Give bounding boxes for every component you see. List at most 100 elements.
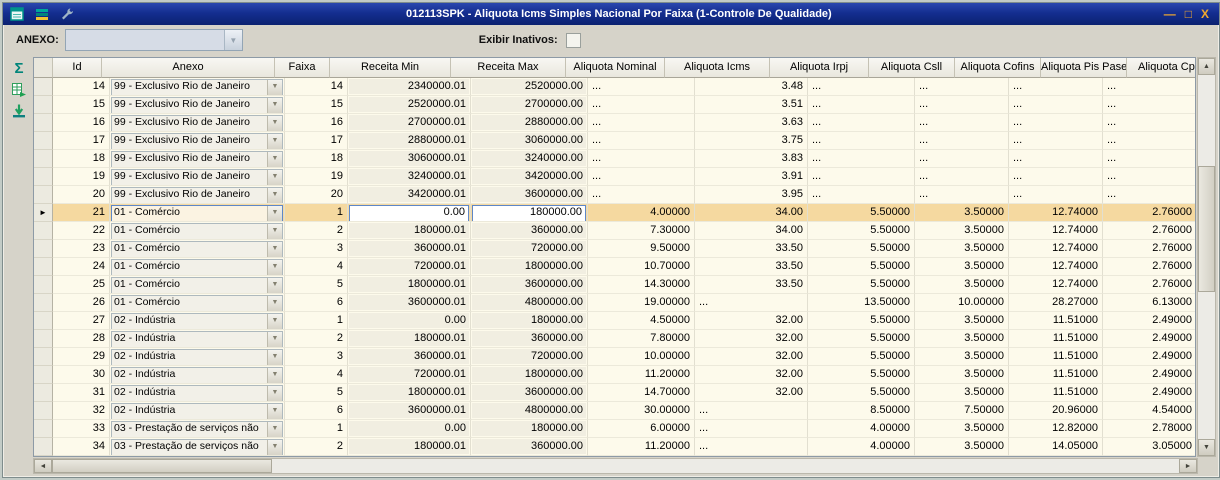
receita_min-editor[interactable]: 0.00 [349, 421, 469, 436]
cell-aliquota_irpj[interactable]: 5.50000 [808, 240, 915, 258]
cell-anexo[interactable]: 99 - Exclusivo Rio de Janeiro ▼ [110, 132, 285, 150]
row-indicator[interactable] [34, 348, 53, 366]
chevron-down-icon[interactable]: ▼ [267, 188, 282, 203]
cell-id[interactable]: 20 [53, 186, 110, 204]
cell-aliquota_icms[interactable]: 34.00 [695, 222, 808, 240]
cell-receita_max[interactable]: 360000.00 [471, 438, 588, 456]
cell-aliquota_icms[interactable]: 3.75 [695, 132, 808, 150]
cell-receita_min[interactable]: 3240000.01 [348, 168, 471, 186]
receita_max-editor[interactable]: 3060000.00 [472, 133, 586, 148]
row-indicator[interactable] [34, 384, 53, 402]
scroll-down-icon[interactable]: ▼ [1198, 439, 1215, 456]
receita_max-editor[interactable]: 720000.00 [472, 241, 586, 256]
scroll-up-icon[interactable]: ▲ [1198, 58, 1215, 75]
row-indicator[interactable] [34, 420, 53, 438]
cell-receita_min[interactable]: 2340000.01 [348, 78, 471, 96]
cell-receita_max[interactable]: 180000.00 [471, 420, 588, 438]
cell-aliquota_cofins[interactable]: 12.74000 [1009, 240, 1103, 258]
row-indicator[interactable] [34, 222, 53, 240]
receita_max-editor[interactable]: 3600000.00 [472, 385, 586, 400]
chevron-down-icon[interactable]: ▼ [267, 206, 282, 221]
cell-aliquota_pis_pasep[interactable]: ... [1103, 132, 1195, 150]
cell-receita_min[interactable]: 2700000.01 [348, 114, 471, 132]
cell-aliquota_irpj[interactable]: 5.50000 [808, 204, 915, 222]
row-indicator[interactable] [34, 114, 53, 132]
cell-faixa[interactable]: 2 [285, 438, 348, 456]
cell-receita_min[interactable]: 2520000.01 [348, 96, 471, 114]
exibir-inativos-checkbox[interactable] [565, 32, 581, 48]
row-indicator[interactable] [34, 168, 53, 186]
cell-receita_min[interactable]: 1800000.01 [348, 384, 471, 402]
cell-aliquota_irpj[interactable]: ... [808, 78, 915, 96]
cell-id[interactable]: 22 [53, 222, 110, 240]
receita_min-editor[interactable]: 2520000.01 [349, 97, 469, 112]
cell-aliquota_csll[interactable]: 3.50000 [915, 348, 1009, 366]
receita_max-editor[interactable]: 360000.00 [472, 223, 586, 238]
cell-faixa[interactable]: 5 [285, 384, 348, 402]
cell-aliquota_nominal[interactable]: 7.30000 [588, 222, 695, 240]
cell-id[interactable]: 14 [53, 78, 110, 96]
cell-aliquota_pis_pasep[interactable]: 2.49000 [1103, 366, 1195, 384]
cell-aliquota_irpj[interactable]: 13.50000 [808, 294, 915, 312]
column-header-aliquota_cofins[interactable]: Aliquota Cofins [955, 58, 1041, 78]
column-header-aliquota_nominal[interactable]: Aliquota Nominal [566, 58, 665, 78]
cell-receita_min[interactable]: 180000.01 [348, 330, 471, 348]
cell-receita_max[interactable]: 360000.00 [471, 222, 588, 240]
anexo-combo[interactable]: 03 - Prestação de serviços não ▼ [111, 421, 283, 437]
chevron-down-icon[interactable]: ▼ [267, 296, 282, 311]
cell-aliquota_icms[interactable]: 32.00 [695, 384, 808, 402]
cell-aliquota_icms[interactable]: 32.00 [695, 366, 808, 384]
form-icon[interactable] [9, 7, 24, 22]
receita_min-editor[interactable]: 2700000.01 [349, 115, 469, 130]
cell-aliquota_cofins[interactable]: 11.51000 [1009, 384, 1103, 402]
cell-id[interactable]: 21 [53, 204, 110, 222]
chevron-down-icon[interactable]: ▼ [267, 314, 282, 329]
cell-aliquota_cofins[interactable]: ... [1009, 114, 1103, 132]
cell-aliquota_cofins[interactable]: 11.51000 [1009, 312, 1103, 330]
cell-aliquota_irpj[interactable]: ... [808, 96, 915, 114]
anexo-combo[interactable]: 99 - Exclusivo Rio de Janeiro ▼ [111, 151, 283, 167]
cell-id[interactable]: 30 [53, 366, 110, 384]
cell-id[interactable]: 15 [53, 96, 110, 114]
cell-id[interactable]: 33 [53, 420, 110, 438]
cell-faixa[interactable]: 20 [285, 186, 348, 204]
anexo-combo[interactable]: 99 - Exclusivo Rio de Janeiro ▼ [111, 133, 283, 149]
cell-aliquota_cofins[interactable]: ... [1009, 150, 1103, 168]
cell-aliquota_icms[interactable]: 34.00 [695, 204, 808, 222]
cell-anexo[interactable]: 99 - Exclusivo Rio de Janeiro ▼ [110, 168, 285, 186]
cell-receita_max[interactable]: 720000.00 [471, 348, 588, 366]
row-indicator[interactable] [34, 150, 53, 168]
cell-aliquota_nominal[interactable]: ... [588, 78, 695, 96]
cell-aliquota_cofins[interactable]: ... [1009, 168, 1103, 186]
cell-receita_min[interactable]: 3420000.01 [348, 186, 471, 204]
row-indicator[interactable] [34, 276, 53, 294]
chevron-down-icon[interactable]: ▼ [267, 422, 282, 437]
cell-id[interactable]: 16 [53, 114, 110, 132]
cell-aliquota_irpj[interactable]: 5.50000 [808, 312, 915, 330]
cell-faixa[interactable]: 6 [285, 402, 348, 420]
receita_min-editor[interactable]: 1800000.01 [349, 277, 469, 292]
anexo-combo[interactable]: 03 - Prestação de serviços não ▼ [111, 439, 283, 455]
cell-aliquota_irpj[interactable]: ... [808, 186, 915, 204]
anexo-combo[interactable]: 01 - Comércio ▼ [111, 223, 283, 239]
chevron-down-icon[interactable]: ▼ [223, 30, 242, 50]
horizontal-scrollbar[interactable]: ◄ ► [33, 458, 1198, 474]
anexo-combo[interactable]: 99 - Exclusivo Rio de Janeiro ▼ [111, 187, 283, 203]
cell-aliquota_nominal[interactable]: 9.50000 [588, 240, 695, 258]
cell-aliquota_icms[interactable]: 33.50 [695, 240, 808, 258]
cell-receita_min[interactable]: 360000.01 [348, 240, 471, 258]
chevron-down-icon[interactable]: ▼ [267, 440, 282, 455]
cell-anexo[interactable]: 99 - Exclusivo Rio de Janeiro ▼ [110, 114, 285, 132]
anexo-filter-combobox[interactable]: ▼ [64, 29, 243, 51]
receita_min-editor[interactable]: 2340000.01 [349, 79, 469, 94]
cell-aliquota_cofins[interactable]: 12.74000 [1009, 204, 1103, 222]
cell-aliquota_csll[interactable]: ... [915, 150, 1009, 168]
cell-faixa[interactable]: 18 [285, 150, 348, 168]
receita_max-editor[interactable]: 180000.00 [472, 421, 586, 436]
cell-faixa[interactable]: 4 [285, 366, 348, 384]
receita_min-editor[interactable]: 3060000.01 [349, 151, 469, 166]
receita_min-editor[interactable]: 0.00 [349, 205, 469, 221]
row-indicator[interactable] [34, 438, 53, 456]
cell-aliquota_cofins[interactable]: ... [1009, 186, 1103, 204]
cell-aliquota_csll[interactable]: 3.50000 [915, 330, 1009, 348]
